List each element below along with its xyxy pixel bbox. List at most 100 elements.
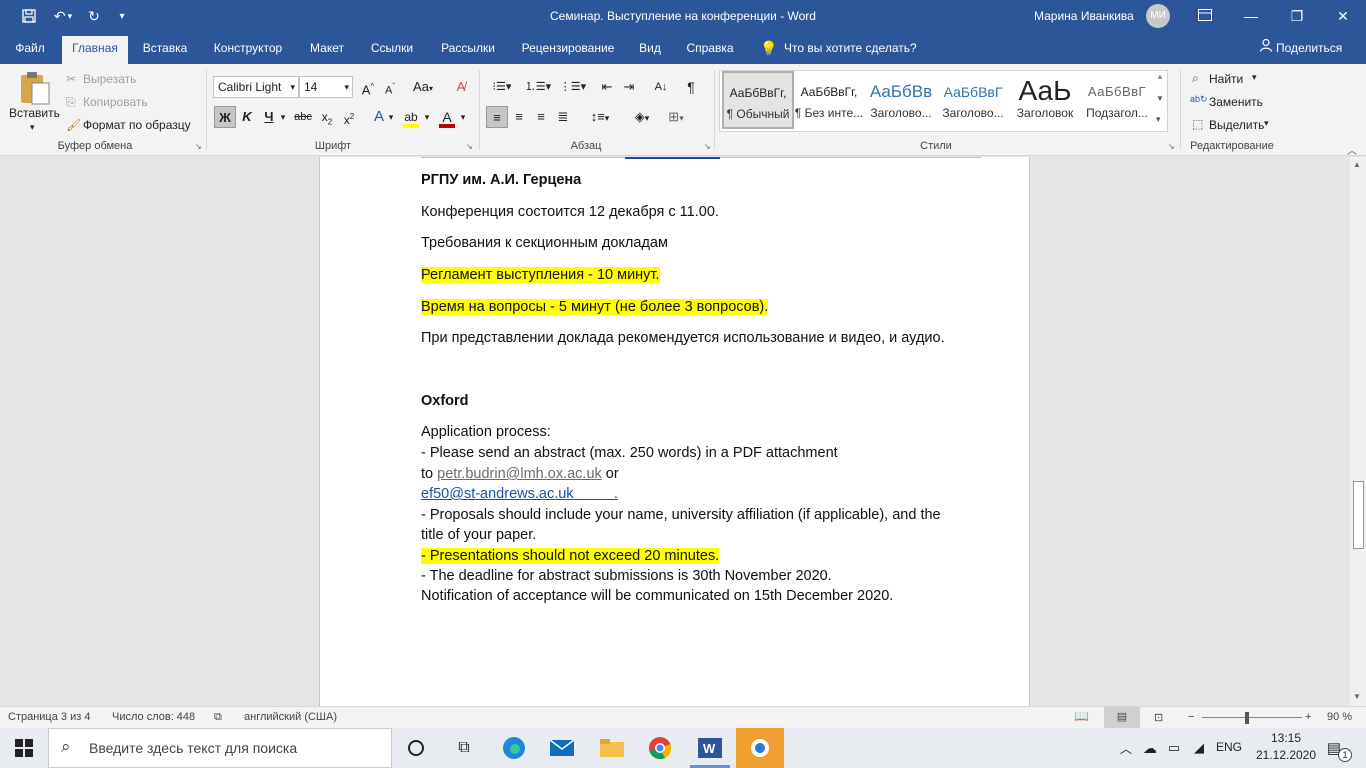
find-button[interactable]: Найти	[1209, 72, 1243, 86]
tab-references[interactable]: Ссылки	[362, 32, 422, 64]
word-count[interactable]: Число слов: 448	[112, 711, 195, 723]
numbering-icon[interactable]: ⒈☰▾	[522, 76, 554, 98]
clock-date[interactable]: 21.12.2020	[1252, 748, 1320, 762]
page-count[interactable]: Страница 3 из 4	[8, 711, 90, 723]
font-name-combo[interactable]: Calibri Light ▾	[213, 76, 299, 98]
sort-icon[interactable]: A↓	[650, 76, 672, 98]
strikethrough-icon[interactable]: abc	[290, 106, 316, 128]
styles-launcher-icon[interactable]: ↘	[1168, 142, 1175, 151]
task-view-icon[interactable]: ⧉	[444, 732, 484, 764]
bold-icon[interactable]: Ж	[214, 106, 236, 128]
paragraph-launcher-icon[interactable]: ↘	[704, 142, 711, 151]
restore-icon[interactable]: ❐	[1274, 0, 1320, 32]
select-button[interactable]: Выделить	[1209, 118, 1264, 132]
select-dropdown-icon[interactable]: ▾	[1264, 118, 1269, 129]
zoom-out-icon[interactable]: −	[1188, 711, 1194, 723]
style-normal[interactable]: АаБбВвГг, ¶ Обычный	[722, 71, 794, 129]
style-heading-2[interactable]: АаБбВвГ Заголово...	[937, 72, 1009, 128]
screenshot-app-icon[interactable]	[736, 728, 784, 768]
zoom-level[interactable]: 90 %	[1327, 711, 1352, 723]
onedrive-icon[interactable]: ☁	[1138, 732, 1162, 764]
paste-dropdown-icon[interactable]: ▾	[30, 122, 35, 133]
replace-button[interactable]: Заменить	[1209, 95, 1263, 109]
multilevel-list-icon[interactable]: ⋮☰▾	[556, 76, 590, 98]
change-case-icon[interactable]: Aa▾	[408, 76, 438, 98]
format-painter-button[interactable]: Формат по образцу	[83, 118, 191, 132]
font-color-dropdown-icon[interactable]: ▾	[456, 106, 470, 128]
cortana-icon[interactable]	[396, 732, 436, 764]
close-icon[interactable]: ✕	[1320, 0, 1366, 32]
zoom-in-icon[interactable]: +	[1305, 711, 1311, 723]
shrink-font-icon[interactable]: Aˇ	[379, 76, 401, 98]
text-effects-dropdown-icon[interactable]: ▾	[384, 106, 398, 128]
font-size-dropdown-icon[interactable]: ▾	[344, 77, 349, 97]
highlight-color-icon[interactable]: ab	[400, 106, 422, 128]
borders-icon[interactable]: ⊞▾	[660, 106, 692, 128]
email-link[interactable]: petr.budrin@lmh.ox.ac.uk	[437, 466, 602, 482]
clipboard-launcher-icon[interactable]: ↘	[195, 142, 202, 151]
edge-icon[interactable]	[494, 732, 534, 764]
windows-start-icon[interactable]	[4, 732, 44, 764]
increase-indent-icon[interactable]: ⇥	[618, 76, 640, 98]
print-layout-icon[interactable]: ▤	[1104, 707, 1140, 728]
gallery-more-icon[interactable]: ▾	[1156, 114, 1161, 125]
clear-formatting-icon[interactable]: A̸	[450, 76, 472, 98]
scroll-up-icon[interactable]: ▲	[1353, 160, 1361, 169]
zoom-slider[interactable]	[1202, 717, 1302, 718]
style-title[interactable]: АаЬ Заголовок	[1009, 72, 1081, 128]
web-layout-icon[interactable]: ⊡	[1154, 711, 1163, 724]
font-color-icon[interactable]: A	[436, 106, 458, 128]
tab-file[interactable]: Файл	[6, 32, 54, 64]
avatar[interactable]: МИ	[1146, 4, 1170, 28]
document-page[interactable]: РГПУ им. А.И. Герцена Конференция состои…	[319, 157, 1030, 706]
word-icon[interactable]: W	[690, 732, 730, 764]
cut-button[interactable]: Вырезать	[83, 72, 136, 86]
tab-view[interactable]: Вид	[632, 32, 668, 64]
tab-mailings[interactable]: Рассылки	[432, 32, 504, 64]
style-subtitle[interactable]: АаБбВвГ Подзагол...	[1081, 72, 1153, 128]
shading-icon[interactable]: ◈▾	[626, 106, 658, 128]
font-launcher-icon[interactable]: ↘	[466, 142, 473, 151]
network-icon[interactable]: ◢	[1186, 732, 1212, 764]
user-name[interactable]: Марина Иванкива	[1034, 0, 1134, 32]
line-spacing-icon[interactable]: ↕≡▾	[584, 106, 616, 128]
find-dropdown-icon[interactable]: ▾	[1252, 72, 1257, 83]
show-marks-icon[interactable]: ¶	[680, 76, 702, 98]
font-size-combo[interactable]: 14 ▾	[299, 76, 353, 98]
tab-layout[interactable]: Макет	[302, 32, 352, 64]
battery-icon[interactable]: ▭	[1162, 732, 1186, 764]
tell-me-search[interactable]: Что вы хотите сделать?	[784, 32, 920, 64]
clock-time[interactable]: 13:15	[1256, 731, 1316, 745]
bullets-icon[interactable]: ⁝☰▾	[486, 76, 518, 98]
mail-icon[interactable]	[542, 732, 582, 764]
vertical-scrollbar[interactable]: ▲ ▼	[1350, 157, 1366, 706]
chrome-icon[interactable]	[640, 732, 680, 764]
paste-button[interactable]: Вставить	[9, 106, 60, 120]
gallery-down-icon[interactable]: ▼	[1156, 94, 1164, 103]
tab-design[interactable]: Конструктор	[204, 32, 292, 64]
zoom-slider-thumb[interactable]	[1245, 712, 1249, 724]
align-center-icon[interactable]: ≡	[508, 106, 530, 128]
grow-font-icon[interactable]: A^	[357, 76, 379, 98]
font-name-dropdown-icon[interactable]: ▾	[290, 77, 295, 97]
decrease-indent-icon[interactable]: ⇤	[596, 76, 618, 98]
email-link[interactable]: ef50@st-andrews.ac.uk	[421, 486, 574, 502]
style-no-spacing[interactable]: АаБбВвГг, ¶ Без инте...	[793, 72, 865, 128]
scroll-thumb[interactable]	[1353, 481, 1364, 549]
underline-dropdown-icon[interactable]: ▾	[276, 106, 290, 128]
paste-icon[interactable]	[18, 70, 52, 106]
tab-help[interactable]: Справка	[678, 32, 742, 64]
italic-icon[interactable]: K	[236, 106, 258, 128]
tab-insert[interactable]: Вставка	[136, 32, 194, 64]
language-status[interactable]: английский (США)	[244, 711, 337, 723]
share-person-icon[interactable]	[1256, 32, 1276, 64]
collapse-ribbon-icon[interactable]: ︿	[1347, 142, 1357, 157]
scroll-down-icon[interactable]: ▼	[1353, 692, 1361, 701]
align-right-icon[interactable]: ≡	[530, 106, 552, 128]
highlight-dropdown-icon[interactable]: ▾	[420, 106, 434, 128]
superscript-icon[interactable]: x2	[338, 106, 360, 128]
ribbon-display-icon[interactable]	[1182, 0, 1228, 32]
proofing-icon[interactable]: ⧉	[214, 711, 222, 724]
file-explorer-icon[interactable]	[592, 732, 632, 764]
tab-review[interactable]: Рецензирование	[514, 32, 622, 64]
